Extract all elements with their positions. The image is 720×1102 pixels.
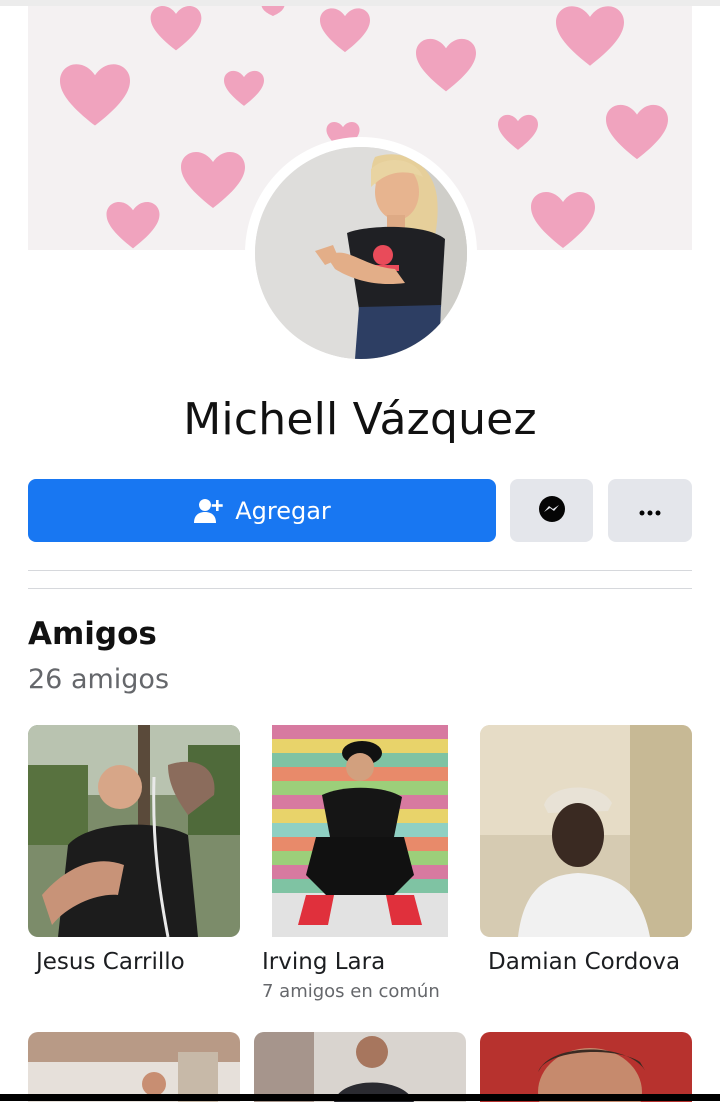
heart-shape <box>498 114 538 152</box>
divider <box>28 570 692 571</box>
profile-photo-illustration <box>255 147 467 359</box>
friend-photo-illustration <box>28 1032 240 1102</box>
heart-shape <box>102 202 164 250</box>
heart-shape <box>416 38 476 94</box>
friends-section-title[interactable]: Amigos <box>28 616 157 652</box>
heart-shape <box>526 192 600 250</box>
friend-photo-illustration <box>254 725 466 937</box>
heart-shape <box>150 6 202 52</box>
friend-photo[interactable] <box>480 1032 692 1102</box>
friend-photo-illustration <box>480 1032 692 1102</box>
messenger-button[interactable] <box>510 479 593 542</box>
more-icon <box>638 501 662 520</box>
heart-shape <box>556 6 624 68</box>
friend-photo-illustration <box>480 725 692 937</box>
friend-name[interactable]: Jesus Carrillo <box>28 949 240 975</box>
add-friend-button[interactable]: Agregar <box>28 479 496 542</box>
profile-name: Michell Vázquez <box>183 394 537 445</box>
friend-name[interactable]: Irving Lara <box>254 949 466 975</box>
friend-photo[interactable] <box>28 725 240 937</box>
messenger-icon <box>538 495 566 527</box>
friend-photo[interactable] <box>28 1032 240 1102</box>
friend-card[interactable]: Irving Lara 7 amigos en común <box>254 725 466 1002</box>
heart-shape <box>180 152 246 210</box>
heart-shape <box>224 70 264 108</box>
friend-photo[interactable] <box>254 725 466 937</box>
friend-photo[interactable] <box>480 725 692 937</box>
heart-shape <box>606 104 668 162</box>
friend-card[interactable]: Damian Cordova <box>480 725 692 975</box>
profile-picture-frame[interactable] <box>245 137 477 369</box>
heart-shape <box>320 8 370 54</box>
mutual-friends-count: 7 amigos en común <box>262 981 440 1002</box>
heart-shape <box>60 64 130 128</box>
add-friend-icon <box>193 497 223 525</box>
friend-name[interactable]: Damian Cordova <box>480 949 692 975</box>
friend-card[interactable]: Jesus Carrillo <box>28 725 240 975</box>
friends-count: 26 amigos <box>28 664 170 695</box>
more-options-button[interactable] <box>608 479 692 542</box>
friend-photo[interactable] <box>254 1032 466 1102</box>
friend-photo-illustration <box>28 725 240 937</box>
add-friend-label: Agregar <box>235 496 331 525</box>
screen-bottom-edge <box>0 1094 720 1101</box>
friend-photo-illustration <box>254 1032 466 1102</box>
heart-shape <box>261 6 285 16</box>
divider <box>28 588 692 589</box>
profile-picture[interactable] <box>255 147 467 359</box>
